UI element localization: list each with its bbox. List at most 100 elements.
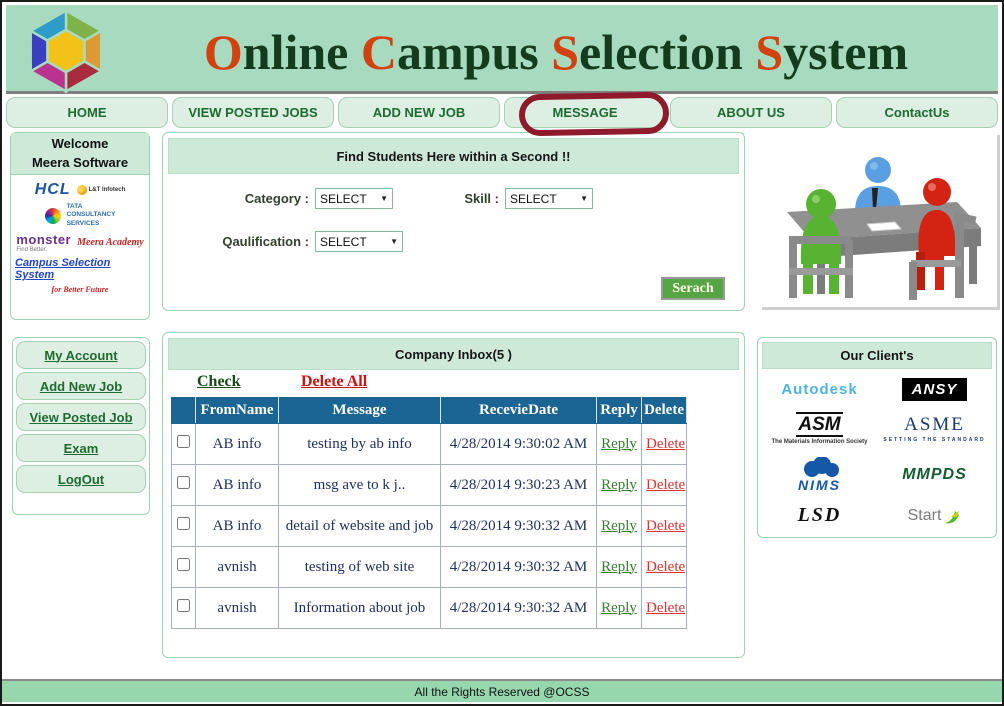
col-fromname: FromName <box>196 398 279 424</box>
category-label: Category : <box>183 191 309 206</box>
row-checkbox[interactable] <box>177 476 190 489</box>
nav-contact-us[interactable]: ContactUs <box>836 97 998 128</box>
find-students-panel: Find Students Here within a Second !! Ca… <box>162 132 745 311</box>
reply-link[interactable]: Reply <box>601 518 637 534</box>
menu-view-posted-job[interactable]: View Posted Job <box>16 403 146 431</box>
skill-select[interactable]: SELECT ▼ <box>505 188 593 209</box>
our-clients-title: Our Client's <box>762 342 992 369</box>
cell-message: msg ave to k j.. <box>279 465 441 506</box>
search-button[interactable]: Serach <box>661 277 725 300</box>
reply-link[interactable]: Reply <box>601 559 637 575</box>
client-logo-ansys: ANSY <box>902 378 968 401</box>
page-title: Online Campus Selection System <box>116 13 996 91</box>
client-logo-start: Start <box>908 507 962 525</box>
skill-label: Skill : <box>453 191 499 206</box>
qualification-select-value: SELECT <box>320 235 367 249</box>
client-logo-asm-sub: The Materials Information Society <box>771 439 867 445</box>
delete-all-link[interactable]: Delete All <box>301 373 367 391</box>
dropdown-arrow-icon: ▼ <box>580 194 588 203</box>
table-row: avnish Information about job 4/28/2014 9… <box>172 588 687 629</box>
cell-date: 4/28/2014 9:30:32 AM <box>441 588 597 629</box>
cell-fromname: avnish <box>196 588 279 629</box>
delete-link[interactable]: Delete <box>646 477 685 493</box>
start-label: Start <box>908 507 942 525</box>
tata-logo: TATA CONSULTANCY SERVICES <box>67 203 116 228</box>
main-nav: HOME VIEW POSTED JOBS ADD NEW JOB MESSAG… <box>6 97 998 128</box>
page-header: Online Campus Selection System <box>6 5 998 94</box>
meera-academy-logo: Meera Academy <box>77 237 144 248</box>
title-text: election <box>579 23 755 81</box>
col-receviedate: RecevieDate <box>441 398 597 424</box>
cell-message: testing of web site <box>279 547 441 588</box>
row-checkbox[interactable] <box>177 558 190 571</box>
our-clients-panel: Our Client's Autodesk ANSY ASM The Mater… <box>757 337 997 538</box>
dropdown-arrow-icon: ▼ <box>380 194 388 203</box>
menu-exam[interactable]: Exam <box>16 434 146 462</box>
nav-home[interactable]: HOME <box>6 97 168 128</box>
app-window: Online Campus Selection System HOME VIEW… <box>0 0 1004 706</box>
lnt-label: L&T Infotech <box>89 187 126 193</box>
col-reply: Reply <box>597 398 642 424</box>
cell-message: Information about job <box>279 588 441 629</box>
client-logo-asme: ASME <box>904 414 965 436</box>
partner-logos: HCL L&T Infotech TATA CONSULTANCY SERVIC… <box>11 175 149 300</box>
tata-line: TATA <box>67 203 116 211</box>
client-logos-grid: Autodesk ANSY ASM The Materials Informat… <box>762 372 992 533</box>
cell-date: 4/28/2014 9:30:02 AM <box>441 424 597 465</box>
title-text: nline <box>243 23 361 81</box>
col-delete: Delete <box>642 398 687 424</box>
monster-label: monster <box>16 232 71 247</box>
start-leaf-icon <box>943 507 961 525</box>
title-text: ampus <box>397 23 551 81</box>
check-link[interactable]: Check <box>197 373 241 391</box>
reply-link[interactable]: Reply <box>601 436 637 452</box>
table-row: avnish testing of web site 4/28/2014 9:3… <box>172 547 687 588</box>
welcome-line1: Welcome <box>52 135 109 154</box>
row-checkbox[interactable] <box>177 517 190 530</box>
cell-fromname: AB info <box>196 506 279 547</box>
lnt-icon <box>77 185 87 195</box>
menu-my-account[interactable]: My Account <box>16 341 146 369</box>
delete-link[interactable]: Delete <box>646 600 685 616</box>
tata-line: SERVICES <box>67 220 116 228</box>
footer-bar: All the Rights Reserved @OCSS <box>2 679 1002 702</box>
category-select[interactable]: SELECT ▼ <box>315 188 393 209</box>
table-row: AB info detail of website and job 4/28/2… <box>172 506 687 547</box>
better-future-tagline: for Better Future <box>52 285 109 294</box>
title-text: ystem <box>783 23 908 81</box>
nav-add-new-job[interactable]: ADD NEW JOB <box>338 97 500 128</box>
title-letter: O <box>204 23 243 81</box>
delete-link[interactable]: Delete <box>646 436 685 452</box>
col-message: Message <box>279 398 441 424</box>
client-logo-autodesk: Autodesk <box>781 381 857 398</box>
title-letter: S <box>551 23 579 81</box>
hcl-logo: HCL <box>35 181 71 199</box>
dropdown-arrow-icon: ▼ <box>390 237 398 246</box>
menu-logout[interactable]: LogOut <box>16 465 146 493</box>
title-letter: C <box>361 23 397 81</box>
col-checkbox <box>172 398 196 424</box>
table-row: AB info msg ave to k j.. 4/28/2014 9:30:… <box>172 465 687 506</box>
inbox-table: FromName Message RecevieDate Reply Delet… <box>171 397 687 629</box>
client-logo-lsd: LSD <box>798 504 842 527</box>
inbox-header-row: FromName Message RecevieDate Reply Delet… <box>172 398 687 424</box>
nav-view-posted-jobs[interactable]: VIEW POSTED JOBS <box>172 97 334 128</box>
delete-link[interactable]: Delete <box>646 518 685 534</box>
cell-date: 4/28/2014 9:30:32 AM <box>441 506 597 547</box>
skill-select-value: SELECT <box>510 192 557 206</box>
footer-text: All the Rights Reserved @OCSS <box>415 685 590 699</box>
find-students-title: Find Students Here within a Second !! <box>168 138 739 174</box>
interview-illustration <box>759 132 997 307</box>
cell-date: 4/28/2014 9:30:23 AM <box>441 465 597 506</box>
row-checkbox[interactable] <box>177 435 190 448</box>
nav-about-us[interactable]: ABOUT US <box>670 97 832 128</box>
reply-link[interactable]: Reply <box>601 600 637 616</box>
welcome-line2: Meera Software <box>32 154 128 173</box>
row-checkbox[interactable] <box>177 599 190 612</box>
qualification-select[interactable]: SELECT ▼ <box>315 231 403 252</box>
reply-link[interactable]: Reply <box>601 477 637 493</box>
delete-link[interactable]: Delete <box>646 559 685 575</box>
menu-add-new-job[interactable]: Add New Job <box>16 372 146 400</box>
account-menu: My Account Add New Job View Posted Job E… <box>12 337 150 515</box>
nav-message[interactable]: MESSAGE <box>504 97 666 128</box>
